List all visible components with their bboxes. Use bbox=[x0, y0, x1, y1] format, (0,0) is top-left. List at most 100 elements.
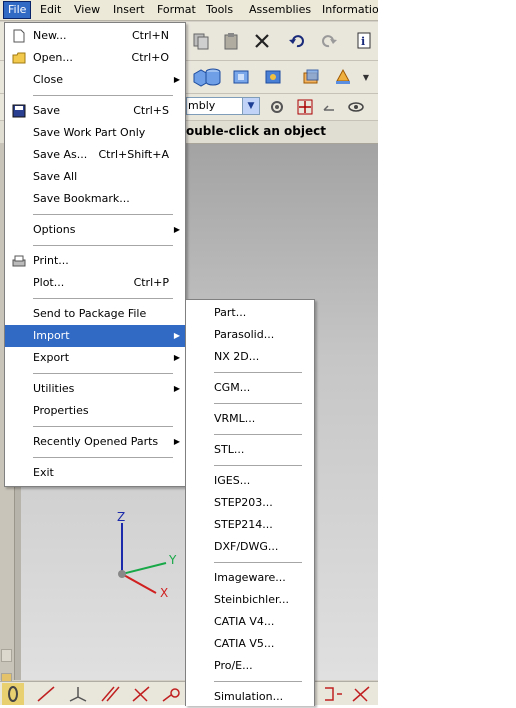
import-item-catia-v5[interactable]: CATIA V5... bbox=[186, 633, 314, 655]
menu-edit[interactable]: Edit bbox=[36, 2, 65, 18]
import-item-cgm[interactable]: CGM... bbox=[186, 377, 314, 399]
menu-separator bbox=[214, 372, 302, 373]
menu-item-label: New... bbox=[33, 29, 67, 42]
import-item-part[interactable]: Part... bbox=[186, 302, 314, 324]
menu-item-send-to-package-file[interactable]: Send to Package File bbox=[5, 303, 185, 325]
submenu-arrow-icon: ▶ bbox=[173, 353, 180, 362]
copy-icon[interactable] bbox=[190, 30, 212, 52]
menu-item-label: Utilities bbox=[33, 382, 75, 395]
import-item-steinbichler[interactable]: Steinbichler... bbox=[186, 589, 314, 611]
import-item-vrml[interactable]: VRML... bbox=[186, 408, 314, 430]
import-item-step214[interactable]: STEP214... bbox=[186, 514, 314, 536]
menu-item-label: Imageware... bbox=[214, 571, 286, 584]
menu-separator bbox=[33, 214, 173, 215]
menu-item-label: Save Bookmark... bbox=[33, 192, 130, 205]
menu-item-shortcut: Ctrl+Shift+A bbox=[98, 148, 169, 161]
y-axis-label: Y bbox=[168, 553, 177, 567]
type-filter-select[interactable]: mbly ▼ bbox=[186, 97, 260, 115]
file-menu: New... Ctrl+N Open... Ctrl+O Close ▶ Sav… bbox=[4, 22, 186, 487]
menu-separator bbox=[33, 95, 173, 96]
menu-item-shortcut: Ctrl+P bbox=[133, 276, 169, 289]
menu-tools[interactable]: Tools bbox=[202, 2, 237, 18]
import-item-stl[interactable]: STL... bbox=[186, 439, 314, 461]
menu-item-label: Plot... bbox=[33, 276, 65, 289]
import-item-imageware[interactable]: Imageware... bbox=[186, 567, 314, 589]
delete-icon[interactable] bbox=[251, 30, 273, 52]
menu-separator bbox=[33, 426, 173, 427]
submenu-arrow-icon: ▶ bbox=[173, 384, 180, 393]
chevron-down-icon[interactable]: ▼ bbox=[242, 98, 259, 114]
view-icon[interactable] bbox=[345, 96, 367, 118]
cylinder-icon[interactable] bbox=[202, 66, 224, 88]
import-item-dxf-dwg[interactable]: DXF/DWG... bbox=[186, 536, 314, 558]
import-item-pro-e[interactable]: Pro/E... bbox=[186, 655, 314, 677]
dimension-icon[interactable] bbox=[322, 683, 344, 705]
menu-item-label: Save All bbox=[33, 170, 78, 183]
menu-item-label: Part... bbox=[214, 306, 247, 319]
import-item-iges[interactable]: IGES... bbox=[186, 470, 314, 492]
menu-item-save-all[interactable]: Save All bbox=[5, 166, 185, 188]
menu-item-new[interactable]: New... Ctrl+N bbox=[5, 25, 185, 47]
printer-icon bbox=[12, 254, 26, 268]
cross-line-icon[interactable] bbox=[130, 683, 152, 705]
menu-item-save-as[interactable]: Save As... Ctrl+Shift+A bbox=[5, 144, 185, 166]
arrow-icon[interactable] bbox=[318, 96, 340, 118]
menu-item-utilities[interactable]: Utilities ▶ bbox=[5, 378, 185, 400]
menu-item-plot[interactable]: Plot... Ctrl+P bbox=[5, 272, 185, 294]
menu-file[interactable]: File bbox=[3, 1, 32, 19]
revolve-icon[interactable] bbox=[332, 66, 354, 88]
menu-item-print[interactable]: Print... bbox=[5, 250, 185, 272]
new-file-icon bbox=[12, 29, 26, 43]
information-icon[interactable]: i bbox=[354, 30, 376, 52]
import-item-step203[interactable]: STEP203... bbox=[186, 492, 314, 514]
snap-point-icon[interactable] bbox=[294, 96, 316, 118]
redo-icon[interactable] bbox=[318, 30, 340, 52]
import-item-catia-v4[interactable]: CATIA V4... bbox=[186, 611, 314, 633]
resource-tab-icon[interactable] bbox=[1, 649, 12, 662]
menu-item-exit[interactable]: Exit bbox=[5, 462, 185, 484]
selection-scope-icon[interactable] bbox=[266, 96, 288, 118]
extrude-icon[interactable] bbox=[300, 66, 322, 88]
menu-separator bbox=[33, 373, 173, 374]
submenu-arrow-icon: ▶ bbox=[173, 225, 180, 234]
menu-bar: File Edit View Insert Format Tools Assem… bbox=[0, 0, 378, 21]
menu-item-label: Exit bbox=[33, 466, 54, 479]
menu-item-options[interactable]: Options ▶ bbox=[5, 219, 185, 241]
menu-item-save[interactable]: Save Ctrl+S bbox=[5, 100, 185, 122]
menu-item-label: NX 2D... bbox=[214, 350, 260, 363]
datum-csys-icon[interactable] bbox=[67, 683, 89, 705]
menu-item-import[interactable]: Import ▶ bbox=[5, 325, 185, 347]
menu-item-properties[interactable]: Properties bbox=[5, 400, 185, 422]
sphere-icon[interactable] bbox=[262, 66, 284, 88]
submenu-arrow-icon: ▶ bbox=[173, 75, 180, 84]
menu-item-label: Recently Opened Parts bbox=[33, 435, 159, 448]
menu-item-save-work-part-only[interactable]: Save Work Part Only bbox=[5, 122, 185, 144]
paste-icon[interactable] bbox=[220, 30, 242, 52]
menu-item-export[interactable]: Export ▶ bbox=[5, 347, 185, 369]
undo-icon[interactable] bbox=[286, 30, 308, 52]
chevron-down-icon[interactable]: ▼ bbox=[355, 66, 377, 88]
arc-icon[interactable] bbox=[160, 683, 182, 705]
menu-item-label: Close bbox=[33, 73, 63, 86]
menu-item-open[interactable]: Open... Ctrl+O bbox=[5, 47, 185, 69]
menu-insert[interactable]: Insert bbox=[109, 2, 149, 18]
link-icon[interactable] bbox=[2, 683, 24, 705]
menu-view[interactable]: View bbox=[70, 2, 104, 18]
menu-item-shortcut: Ctrl+N bbox=[131, 29, 169, 42]
cone-icon[interactable] bbox=[230, 66, 252, 88]
menu-format[interactable]: Format bbox=[153, 2, 200, 18]
menu-item-label: Save As... bbox=[33, 148, 88, 161]
menu-item-close[interactable]: Close ▶ bbox=[5, 69, 185, 91]
line-icon[interactable] bbox=[35, 683, 57, 705]
save-icon bbox=[12, 104, 26, 118]
menu-item-recently-opened-parts[interactable]: Recently Opened Parts ▶ bbox=[5, 431, 185, 453]
svg-text:i: i bbox=[361, 35, 365, 48]
menu-assemblies[interactable]: Assemblies bbox=[245, 2, 315, 18]
menu-information[interactable]: Informatio bbox=[318, 2, 378, 18]
import-item-parasolid[interactable]: Parasolid... bbox=[186, 324, 314, 346]
constraint-icon[interactable] bbox=[350, 683, 372, 705]
menu-item-save-bookmark[interactable]: Save Bookmark... bbox=[5, 188, 185, 210]
import-item-nx-2d[interactable]: NX 2D... bbox=[186, 346, 314, 368]
cue-line-text: ouble-click an object bbox=[186, 124, 326, 138]
parallel-line-icon[interactable] bbox=[99, 683, 121, 705]
